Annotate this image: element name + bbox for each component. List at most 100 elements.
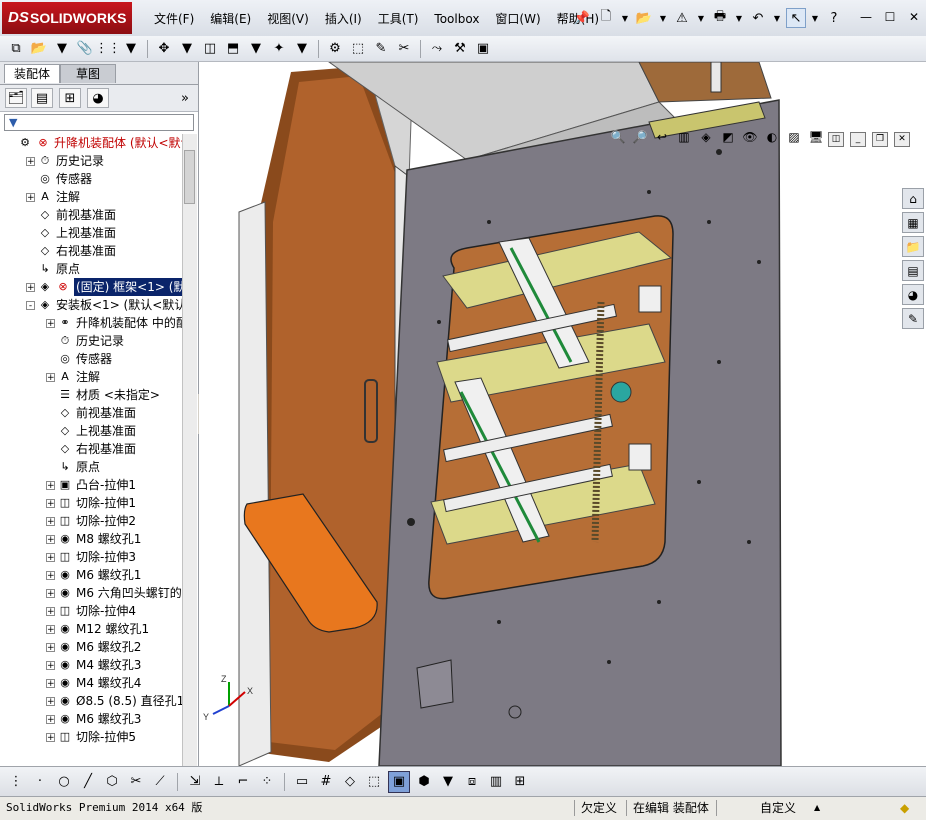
tree-item[interactable]: ◎ 传感器 [46,350,112,368]
chevron-down-icon[interactable]: ▼ [292,39,312,59]
units-selector[interactable]: 自定义 [760,800,796,816]
undo-icon[interactable]: ↶ [748,8,768,28]
tab-sketch[interactable]: 草图 [60,64,116,83]
cube-view-icon[interactable]: ⬢ [414,772,434,792]
offset-icon[interactable]: ⟋ [150,772,170,792]
tree-item[interactable]: + ◉ M4 螺纹孔3 [46,656,141,674]
smart-dimension-icon[interactable]: ⇲ [185,772,205,792]
new-document-icon[interactable]: 🗋 [596,8,616,28]
chevron-down-icon[interactable]: ▼ [658,8,668,28]
viewport-close-icon[interactable]: ✕ [894,132,910,147]
insert-component-icon[interactable]: ⧉ [6,39,26,59]
tree-item[interactable]: + ◉ M12 螺纹孔1 [46,620,149,638]
chevron-down-icon[interactable]: ▼ [696,8,706,28]
tag-icon[interactable]: ◆ [900,800,909,816]
tree-item[interactable]: + ◉ M8 螺纹孔1 [46,530,141,548]
expand-toggle-icon[interactable]: + [46,588,55,598]
tree-item[interactable]: ◇ 右视基准面 [26,242,116,260]
expand-toggle-icon[interactable]: + [46,624,55,634]
exploded-view-icon[interactable]: ⬚ [348,39,368,59]
custom-properties-icon[interactable]: ✎ [902,308,924,329]
sketch-slot-icon[interactable]: ▭ [292,772,312,792]
print-icon[interactable]: 🖶 [710,8,730,28]
move-component-icon[interactable]: ✥ [154,39,174,59]
viewport-restore-icon[interactable]: ❐ [872,132,888,147]
tree-item[interactable]: + ▣ 凸台-拉伸1 [46,476,136,494]
tree-item[interactable]: + ◉ Ø8.5 (8.5) 直径孔1 [46,692,182,710]
sketch-table-icon[interactable]: ⊞ [510,772,530,792]
show-hidden-icon[interactable]: ◫ [200,39,220,59]
chevron-down-icon[interactable]: ▼ [772,8,782,28]
sketch-pattern-icon[interactable]: ⁘ [257,772,277,792]
polygon-icon[interactable]: ⬡ [102,772,122,792]
rebuild-warning-icon[interactable]: ⚠ [672,8,692,28]
expand-toggle-icon[interactable]: + [46,642,55,652]
tree-item[interactable]: ☰ 材质 <未指定> [46,386,160,404]
appearances-icon[interactable]: ◕ [902,284,924,305]
tree-item[interactable]: + ◫ 切除-拉伸4 [46,602,136,620]
display-style-icon[interactable]: ◩ [719,128,737,146]
tree-scrollbar[interactable] [182,134,197,766]
tree-item[interactable]: ◇ 前视基准面 [46,404,136,422]
menu-tools[interactable]: 工具(T) [370,9,427,29]
view-orientation-icon[interactable]: ◈ [697,128,715,146]
expand-toggle-icon[interactable]: + [46,678,55,688]
linear-pattern-icon[interactable]: ⋮⋮ [95,39,121,59]
fully-define-icon[interactable]: ▥ [486,772,506,792]
section-view-icon[interactable]: ▥ [675,128,693,146]
viewport-split-icon[interactable]: ◫ [828,132,844,147]
property-manager-icon[interactable]: ▤ [31,88,53,108]
graphics-viewport[interactable]: Z X Y 🔍 🔎 ↩ ▥ ◈ ◩ 👁 ◐ ▨ 🖥 ◫ _ ❐ ✕ ⌂ ▦ 📁 … [199,62,926,766]
menu-window[interactable]: 窗口(W) [487,9,548,29]
chevron-down-icon[interactable]: ▼ [438,772,458,792]
expand-toggle-icon[interactable]: + [46,714,55,724]
expand-toggle-icon[interactable]: + [46,480,55,490]
menu-view[interactable]: 视图(V) [259,9,317,29]
tree-item[interactable]: + ◉ M6 螺纹孔3 [46,710,141,728]
tree-item[interactable]: + A 注解 [46,368,100,386]
units-chevron-up-icon[interactable]: ▲ [814,800,820,816]
grid-icon[interactable]: # [316,772,336,792]
zoom-to-area-icon[interactable]: 🔎 [631,128,649,146]
tree-item[interactable]: + ◉ M6 螺纹孔1 [46,566,141,584]
chevron-down-icon[interactable]: ▼ [246,39,266,59]
tree-item[interactable]: + ◫ 切除-拉伸1 [46,494,136,512]
tree-item[interactable]: ◇ 前视基准面 [26,206,116,224]
tree-item[interactable]: ◇ 上视基准面 [26,224,116,242]
appearance-manager-icon[interactable]: ◕ [87,88,109,108]
chevron-down-icon[interactable]: ▼ [121,39,141,59]
expand-toggle-icon[interactable]: + [46,606,55,616]
expand-toggle-icon[interactable]: + [46,732,55,742]
tree-item[interactable]: + ⏱ 历史记录 [26,152,104,170]
tree-item[interactable]: ◎ 传感器 [26,170,92,188]
reference-geometry-icon[interactable]: ✦ [269,39,289,59]
design-library-icon[interactable]: ▦ [902,212,924,233]
hide-show-items-icon[interactable]: 👁 [741,128,759,146]
expand-toggle-icon[interactable]: + [46,534,55,544]
feature-manager-icon[interactable]: 🗂 [5,88,27,108]
expand-toggle-icon[interactable]: + [46,660,55,670]
tree-item[interactable]: + ◈ ⊗ (固定) 框架<1> (默认 [26,278,182,296]
chevron-down-icon[interactable]: ▼ [810,8,820,28]
expand-toggle-icon[interactable]: + [46,498,55,508]
previous-view-icon[interactable]: ↩ [653,128,671,146]
tree-item[interactable]: + ◫ 切除-拉伸2 [46,512,136,530]
apply-scene-icon[interactable]: ▨ [785,128,803,146]
solidworks-resources-icon[interactable]: ⌂ [902,188,924,209]
tree-item[interactable]: ⚙ ⊗ 升降机装配体 (默认<默认 [6,134,182,152]
explode-line-sketch-icon[interactable]: ✎ [371,39,391,59]
expand-toggle-icon[interactable]: + [46,570,55,580]
sketch-relations-icon[interactable]: ⧈ [462,772,482,792]
chevron-down-icon[interactable]: ▼ [734,8,744,28]
menu-insert[interactable]: 插入(I) [317,9,370,29]
expand-toggle-icon[interactable]: + [46,696,55,706]
tree-item[interactable]: + ⚭ 升降机装配体 中的配合 [46,314,182,332]
point-icon[interactable]: · [30,772,50,792]
pin-icon[interactable]: 📌 [572,8,592,28]
plane-sketch-icon[interactable]: ◇ [340,772,360,792]
new-part-icon[interactable]: 📂 [29,39,49,59]
chevron-down-icon[interactable]: ▼ [177,39,197,59]
view-palette-icon[interactable]: ▤ [902,260,924,281]
line-icon[interactable]: ╱ [78,772,98,792]
tree-item[interactable]: ↳ 原点 [46,458,100,476]
